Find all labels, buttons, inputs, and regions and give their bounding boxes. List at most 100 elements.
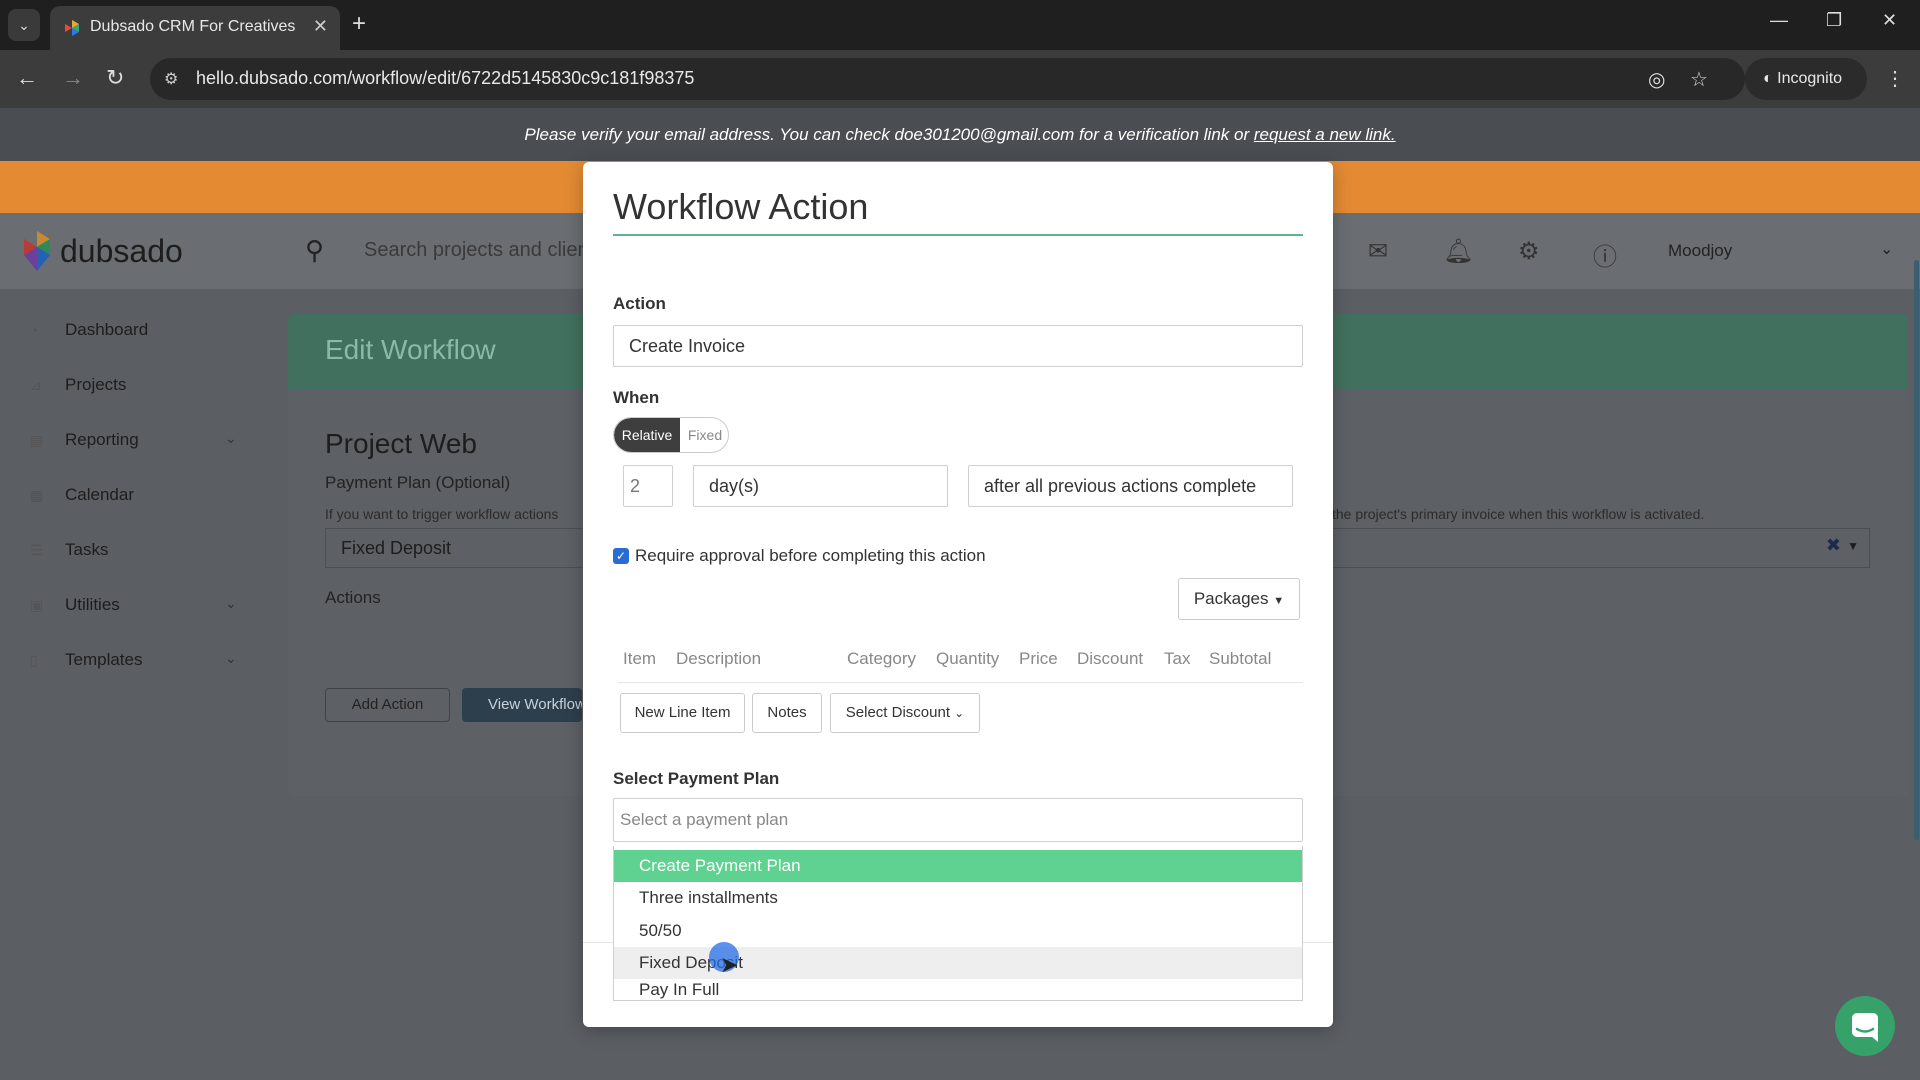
caret-down-icon[interactable]: ▼ bbox=[1847, 539, 1859, 553]
clear-icon[interactable]: ✖ bbox=[1826, 535, 1841, 556]
column-item: Item bbox=[623, 649, 657, 668]
select-discount-button[interactable]: Select Discount ⌄ bbox=[830, 693, 980, 733]
new-tab-icon[interactable]: + bbox=[352, 10, 366, 38]
search-icon[interactable]: ⚲ bbox=[305, 235, 324, 266]
column-tax: Tax bbox=[1164, 649, 1191, 668]
help-icon[interactable]: ⓘ bbox=[1593, 237, 1617, 272]
when-mode-toggle[interactable]: Relative Fixed bbox=[613, 417, 729, 453]
payment-plan-label: Payment Plan (Optional) bbox=[325, 473, 511, 492]
actions-label: Actions bbox=[325, 588, 381, 607]
browser-tab[interactable]: Dubsado CRM For Creatives ✕ bbox=[50, 6, 340, 50]
site-settings-icon[interactable]: ⚙ bbox=[164, 69, 178, 89]
packages-label: Packages bbox=[1193, 589, 1269, 608]
restore-icon[interactable]: ❐ bbox=[1826, 10, 1842, 31]
chevron-down-icon: ⌄ bbox=[225, 430, 237, 446]
url-text[interactable]: hello.dubsado.com/workflow/edit/6722d514… bbox=[196, 68, 694, 89]
chat-launcher[interactable] bbox=[1835, 996, 1895, 1056]
sidebar-item-label: Reporting bbox=[65, 430, 139, 449]
dubsado-favicon-icon bbox=[65, 20, 79, 36]
sidebar-item-calendar[interactable]: ▦ Calendar bbox=[30, 483, 250, 513]
when-label: When bbox=[613, 388, 660, 407]
minimize-icon[interactable]: — bbox=[1770, 10, 1788, 31]
amount-input[interactable]: 2 bbox=[623, 465, 673, 507]
payment-plan-search-input[interactable]: Select a payment plan bbox=[613, 798, 1303, 842]
option-create-payment-plan[interactable]: Create Payment Plan bbox=[614, 850, 1302, 882]
gear-icon[interactable]: ⚙ bbox=[1518, 237, 1540, 266]
page-scrollbar[interactable] bbox=[1914, 260, 1919, 840]
action-select[interactable]: Create Invoice bbox=[613, 325, 1303, 367]
option-three-installments[interactable]: Three installments bbox=[614, 882, 1302, 914]
reload-icon[interactable]: ↻ bbox=[106, 65, 124, 91]
sidebar-item-templates[interactable]: ▯ Templates ⌄ bbox=[30, 648, 250, 678]
verify-email-banner: Please verify your email address. You ca… bbox=[0, 108, 1920, 161]
sidebar-item-label: Calendar bbox=[65, 485, 134, 504]
relative-toggle[interactable]: Relative bbox=[614, 418, 680, 452]
sidebar-item-label: Tasks bbox=[65, 540, 109, 559]
eye-off-icon[interactable]: ◎ bbox=[1648, 67, 1665, 92]
option-pay-in-full[interactable]: Pay In Full bbox=[614, 980, 1302, 1000]
chat-icon bbox=[1852, 1013, 1878, 1042]
reporting-icon: ▤ bbox=[30, 432, 44, 448]
approval-checkbox[interactable]: ✓ bbox=[613, 548, 629, 564]
browser-menu-icon[interactable]: ⋮ bbox=[1885, 66, 1905, 91]
sidebar-item-projects[interactable]: ⊿ Projects bbox=[30, 373, 250, 403]
dubsado-logo[interactable]: dubsado bbox=[22, 227, 183, 275]
chevron-down-icon: ⌄ bbox=[225, 650, 237, 666]
action-label: Action bbox=[613, 294, 666, 313]
brand-name: dubsado bbox=[60, 232, 183, 269]
select-payment-plan-label: Select Payment Plan bbox=[613, 769, 780, 788]
trigger-value: after all previous actions complete bbox=[984, 476, 1257, 496]
dashboard-icon: ◔ bbox=[30, 322, 39, 338]
logo-mark-icon bbox=[24, 231, 50, 271]
new-line-item-button[interactable]: New Line Item bbox=[620, 693, 745, 733]
projects-icon: ⊿ bbox=[30, 377, 42, 393]
column-subtotal: Subtotal bbox=[1209, 649, 1272, 668]
user-name[interactable]: Moodjoy bbox=[1668, 241, 1732, 261]
request-new-link[interactable]: request a new link. bbox=[1254, 125, 1396, 144]
tab-list-chevron-icon[interactable]: ⌄ bbox=[8, 9, 40, 41]
select-discount-label: Select Discount bbox=[845, 704, 950, 721]
approval-row: ✓ Require approval before completing thi… bbox=[613, 546, 986, 566]
column-discount: Discount bbox=[1077, 649, 1144, 668]
user-menu-chevron-icon[interactable]: ⌄ bbox=[1880, 239, 1893, 259]
sidebar-item-utilities[interactable]: ▣ Utilities ⌄ bbox=[30, 593, 250, 623]
packages-button[interactable]: Packages ▼ bbox=[1178, 578, 1300, 620]
payment-plan-help: If you want to trigger workflow actions bbox=[325, 506, 559, 522]
fixed-toggle[interactable]: Fixed bbox=[680, 418, 728, 452]
address-bar[interactable]: ⚙ hello.dubsado.com/workflow/edit/6722d5… bbox=[150, 58, 1745, 100]
back-icon[interactable]: ← bbox=[16, 65, 38, 91]
chevron-down-icon: ⌄ bbox=[225, 595, 237, 611]
project-title: Project Web bbox=[325, 428, 477, 459]
column-price: Price bbox=[1019, 649, 1058, 668]
forward-icon[interactable]: → bbox=[62, 65, 84, 91]
incognito-badge[interactable]: ◐ Incognito bbox=[1745, 58, 1867, 100]
add-action-button[interactable]: Add Action bbox=[325, 688, 450, 722]
tab-title: Dubsado CRM For Creatives bbox=[90, 18, 296, 35]
notes-button[interactable]: Notes bbox=[752, 693, 822, 733]
tab-close-icon[interactable]: ✕ bbox=[313, 16, 328, 37]
view-workflow-button[interactable]: View Workflow bbox=[462, 688, 582, 722]
bell-icon[interactable]: 🔔︎ bbox=[1443, 237, 1473, 266]
browser-toolbar: ← → ↻ ⚙ hello.dubsado.com/workflow/edit/… bbox=[0, 50, 1920, 108]
sidebar-item-dashboard[interactable]: ◔ Dashboard bbox=[30, 318, 250, 348]
sidebar-item-reporting[interactable]: ▤ Reporting ⌄ bbox=[30, 428, 250, 458]
unit-select[interactable]: day(s) bbox=[693, 465, 948, 507]
window-close-icon[interactable]: ✕ bbox=[1882, 10, 1897, 31]
sidebar-item-label: Dashboard bbox=[65, 320, 149, 339]
browser-tab-bar: ⌄ Dubsado CRM For Creatives ✕ + — ❐ ✕ bbox=[0, 0, 1920, 50]
payment-plan-help-continued: the project's primary invoice when this … bbox=[1332, 506, 1705, 522]
workflow-action-modal: Workflow Action Action Create Invoice Wh… bbox=[583, 162, 1333, 1027]
amount-value: 2 bbox=[630, 476, 641, 496]
modal-title: Workflow Action bbox=[613, 186, 869, 227]
sidebar-item-label: Projects bbox=[65, 375, 127, 394]
search-input[interactable]: Search projects and clien bbox=[364, 239, 589, 262]
payment-plan-value: Fixed Deposit bbox=[341, 538, 452, 558]
sidebar-item-label: Utilities bbox=[65, 595, 120, 614]
trigger-select[interactable]: after all previous actions complete bbox=[968, 465, 1293, 507]
bookmark-star-icon[interactable]: ☆ bbox=[1690, 67, 1708, 92]
caret-down-icon: ▼ bbox=[1273, 595, 1285, 607]
sidebar-item-tasks[interactable]: ☰ Tasks bbox=[30, 538, 250, 568]
calendar-icon: ▦ bbox=[30, 487, 44, 503]
mail-icon[interactable]: ✉ bbox=[1368, 237, 1388, 266]
chevron-down-icon: ⌄ bbox=[954, 706, 965, 720]
